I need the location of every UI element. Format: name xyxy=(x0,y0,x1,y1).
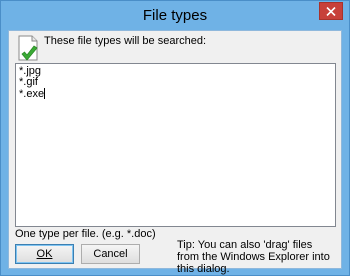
ok-button-label: OK xyxy=(36,248,53,260)
document-check-icon xyxy=(18,35,38,61)
cancel-button-label: Cancel xyxy=(93,248,128,260)
header-label: These file types will be searched: xyxy=(44,35,207,47)
window-title: File types xyxy=(142,7,208,24)
file-types-textarea[interactable]: *.jpg *.gif *.exe xyxy=(15,63,336,227)
file-type-line: *.gif xyxy=(19,76,38,88)
close-icon xyxy=(326,6,336,16)
ok-button[interactable]: OK xyxy=(15,244,74,264)
dialog-body: These file types will be searched: *.jpg… xyxy=(8,30,342,275)
file-type-line: *.exe xyxy=(19,88,332,100)
file-types-dialog: File types These file types will be sear… xyxy=(0,0,350,276)
text-caret xyxy=(44,88,46,99)
hint-text: One type per file. (e.g. *.doc) xyxy=(15,228,156,240)
close-button[interactable] xyxy=(319,2,343,20)
file-type-line: *.jpg xyxy=(19,65,42,77)
tip-text: Tip: You can also 'drag' files from the … xyxy=(177,239,330,275)
cancel-button[interactable]: Cancel xyxy=(81,244,140,264)
file-type-text: *.exe xyxy=(19,88,45,100)
title-bar[interactable]: File types xyxy=(1,1,349,30)
